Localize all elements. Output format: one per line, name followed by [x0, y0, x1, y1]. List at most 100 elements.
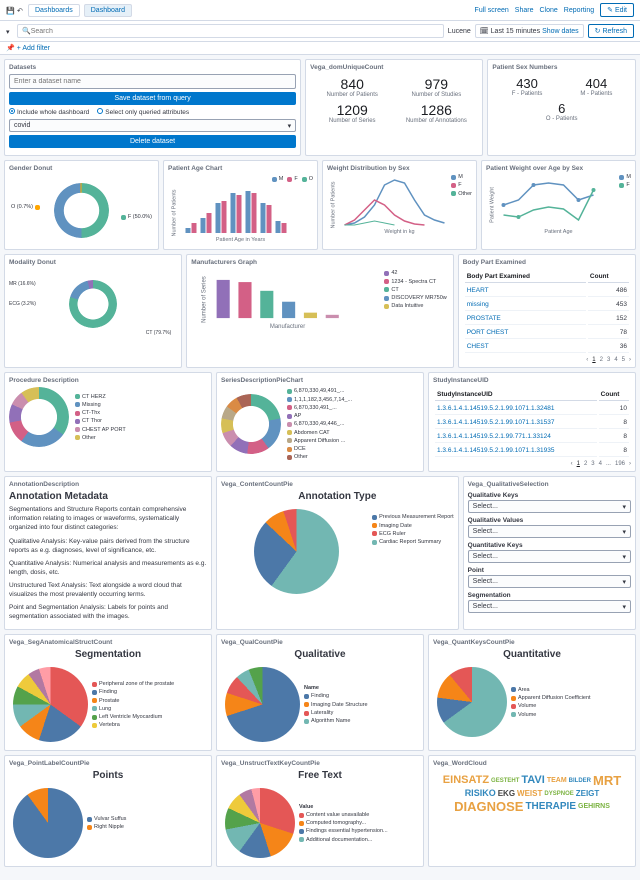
legend: Name Finding Imaging Date Structure Late…	[304, 684, 368, 725]
panel-datasets: Datasets Save dataset from query Include…	[4, 59, 301, 156]
querybar: ▾ 🔍 Lucene 🗓 Last 15 minutes Show dates …	[0, 21, 640, 42]
panel-wordcloud: Vega_WordCloud EINSATZGESTEHTTAVITEAMBIL…	[428, 755, 636, 867]
weight-age-chart[interactable]: Patient Age Patient Weight	[486, 175, 631, 235]
panel-points: Vega_PointLabelCountPie Points Vulvar Su…	[4, 755, 212, 867]
table-row[interactable]: CHEST36	[465, 341, 629, 353]
metric-annotations: 1286Number of Annotations	[396, 100, 477, 126]
breadcrumb-current[interactable]: Dashboard	[84, 4, 132, 17]
svg-text:Number of Series: Number of Series	[202, 276, 208, 323]
table-row[interactable]: 1.3.6.1.4.1.14519.5.2.1.99.1071.1.319358	[435, 445, 629, 457]
panel-title: Vega_ContentCountPie	[221, 481, 454, 488]
panel-title: Gender Donut	[9, 165, 154, 172]
metric-f: 430F - Patients	[494, 74, 561, 99]
link-share[interactable]: Share	[515, 7, 534, 14]
panel-title: Manufacturers Graph	[191, 259, 448, 266]
table-row[interactable]: PORT CHEST78	[465, 327, 629, 339]
metric-series: 1209Number of Series	[312, 100, 393, 126]
filter-icon[interactable]: ▾	[6, 28, 13, 35]
radio-include[interactable]: Include whole dashboard	[9, 108, 89, 116]
manuf-bar-chart[interactable]: Manufacturer Number of Series	[191, 269, 384, 329]
breadcrumb-parent[interactable]: Dashboards	[28, 4, 80, 17]
undo-icon[interactable]: ↶	[17, 7, 24, 14]
radio-select[interactable]: Select only queried attributes	[97, 108, 189, 116]
legend-item: O (0.7%)	[11, 203, 40, 211]
table-row[interactable]: HEART486	[465, 285, 629, 297]
save-dataset-button[interactable]: Save dataset from query	[9, 92, 296, 105]
qualitative-pie[interactable]	[225, 667, 300, 742]
annotation-type-pie[interactable]	[254, 509, 339, 594]
panel-title: Vega_QualCountPie	[221, 639, 419, 646]
word: THERAPIE	[525, 802, 576, 812]
add-filter[interactable]: 📌 + Add filter	[6, 44, 50, 52]
link-fullscreen[interactable]: Full screen	[475, 7, 509, 14]
table-row[interactable]: missing453	[465, 299, 629, 311]
legend: 6,870,330,49,491_... 1,1,1,182,3,456,7,1…	[287, 387, 352, 461]
delete-dataset-button[interactable]: Delete dataset	[9, 135, 296, 148]
panel-title: Modality Donut	[9, 259, 177, 266]
segmentation-pie[interactable]	[13, 667, 88, 742]
select-segmentation[interactable]: Select...▾	[468, 600, 631, 613]
freetext-pie[interactable]	[225, 788, 295, 858]
link-reporting[interactable]: Reporting	[564, 7, 594, 14]
table-row[interactable]: 1.3.6.1.4.1.14519.5.2.1.99.771.1.331248	[435, 431, 629, 443]
table-row[interactable]: PROSTATE152	[465, 313, 629, 325]
link-clone[interactable]: Clone	[539, 7, 557, 14]
word: DIAGNOSE	[454, 800, 523, 813]
panel-unique-count: Vega_domUniqueCount 840Number of Patient…	[305, 59, 483, 156]
panel-title: Vega_PointLabelCountPie	[9, 760, 207, 767]
word: RISIKO	[465, 789, 496, 798]
word: TEAM	[547, 777, 567, 784]
edit-button[interactable]: ✎ Edit	[600, 3, 634, 17]
pager[interactable]: ‹ 1 2 3 4 5 ›	[463, 357, 631, 363]
search-icon: 🔍	[22, 27, 31, 35]
panel-title: Vega_QualitativeSelection	[468, 481, 631, 488]
panel-title: SeriesDescriptionPieChart	[221, 377, 419, 384]
panel-bodypart: Body Part Examined Body Part ExaminedCou…	[458, 254, 636, 368]
quantitative-pie[interactable]	[437, 667, 507, 737]
heading: Free Text	[221, 770, 419, 781]
bodypart-table: Body Part ExaminedCount HEART486 missing…	[463, 269, 631, 355]
gender-donut[interactable]	[54, 183, 109, 238]
calendar-icon: 🗓	[480, 27, 489, 35]
procedure-donut[interactable]	[9, 387, 69, 447]
select-qual-keys[interactable]: Select...▾	[468, 500, 631, 513]
wordcloud[interactable]: EINSATZGESTEHTTAVITEAMBILDERMRTRISIKOEKG…	[433, 770, 631, 817]
refresh-button[interactable]: ↻ Refresh	[588, 24, 634, 38]
col-header[interactable]: Count	[588, 271, 629, 283]
select-point[interactable]: Select...▾	[468, 575, 631, 588]
heading: Segmentation	[9, 649, 207, 660]
search-input[interactable]: 🔍	[17, 24, 444, 38]
panel-procedure: Procedure Description CT HERZ Missing CT…	[4, 372, 212, 472]
panel-title: Vega_SegAnatomicalStructCount	[9, 639, 207, 646]
col-header[interactable]: Count	[599, 389, 629, 401]
svg-text:Number of Patients: Number of Patients	[331, 181, 337, 228]
svg-text:Manufacturer: Manufacturer	[270, 324, 305, 329]
panel-age-chart: Patient Age Chart MFO Patient Age in Yea…	[163, 160, 318, 250]
table-row[interactable]: 1.3.6.1.4.1.14519.5.2.1.99.1071.1.315378	[435, 417, 629, 429]
select-qual-values[interactable]: Select...▾	[468, 525, 631, 538]
word: BILDER	[569, 778, 591, 784]
show-dates[interactable]: Show dates	[542, 28, 579, 35]
heading: Annotation Metadata	[9, 491, 207, 502]
dataset-name-input[interactable]	[9, 74, 296, 89]
query-lang[interactable]: Lucene	[448, 28, 471, 35]
dataset-select[interactable]: covid ▾	[9, 119, 296, 132]
save-icon[interactable]: 💾	[6, 7, 13, 14]
select-quant-keys[interactable]: Select...▾	[468, 550, 631, 563]
pager[interactable]: ‹ 1 2 3 4 ... 196 ›	[433, 461, 631, 467]
age-bar-chart[interactable]: Patient Age in Years Number of Patients	[168, 183, 313, 243]
heading: Quantitative	[433, 649, 631, 660]
points-pie[interactable]	[13, 788, 83, 858]
word: WEIST	[517, 790, 542, 798]
table-row[interactable]: 1.3.6.1.4.1.14519.5.2.1.99.1071.1.324811…	[435, 403, 629, 415]
svg-text:Patient Weight: Patient Weight	[490, 187, 496, 223]
word: ZEIGT	[576, 790, 600, 798]
series-donut[interactable]	[221, 394, 281, 454]
panel-title: Vega_WordCloud	[433, 760, 631, 767]
col-header[interactable]: Body Part Examined	[465, 271, 586, 283]
col-header[interactable]: StudyInstanceUID	[435, 389, 597, 401]
panel-title: Body Part Examined	[463, 259, 631, 266]
timepicker[interactable]: 🗓 Last 15 minutes Show dates	[475, 24, 584, 38]
panel-gender-donut: Gender Donut O (0.7%) F (50.0%)	[4, 160, 159, 250]
modality-donut[interactable]	[69, 280, 117, 328]
